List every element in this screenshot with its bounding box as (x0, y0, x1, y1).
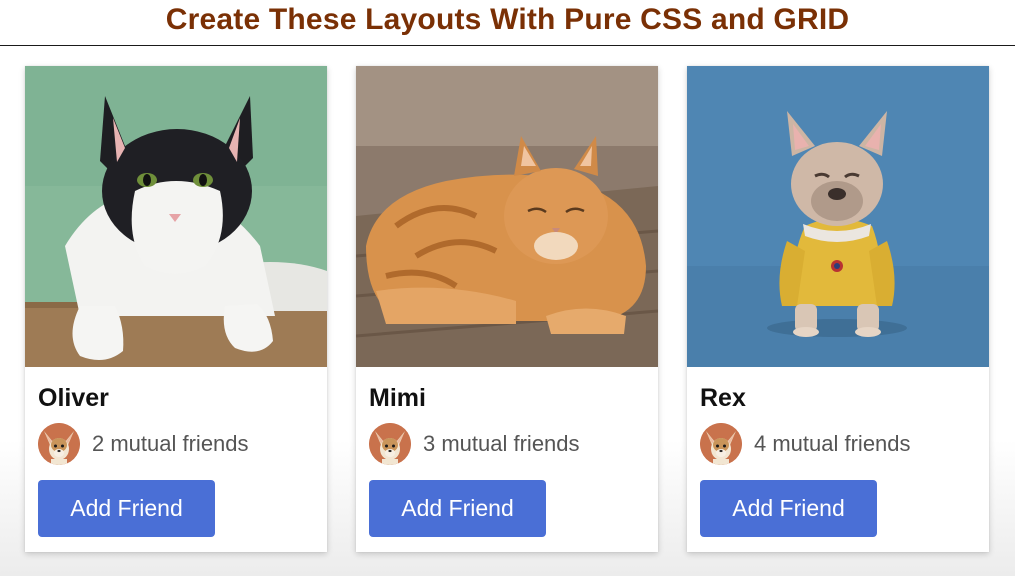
chihuahua-avatar-icon (38, 423, 80, 465)
mutual-friends-count: 3 mutual friends (423, 431, 580, 456)
french-bulldog-image (687, 66, 989, 367)
friend-name: Rex (700, 384, 746, 412)
chihuahua-avatar-icon (369, 423, 411, 465)
cat-photo (25, 66, 327, 367)
cat-photo (356, 66, 658, 367)
add-friend-button[interactable]: Add Friend (369, 480, 546, 537)
orange-tabby-cat-image (356, 66, 658, 367)
friend-name: Mimi (369, 384, 426, 412)
mutual-friends-row: 4 mutual friends (700, 422, 911, 466)
chihuahua-avatar-icon (700, 423, 742, 465)
friend-card-oliver: Oliver 2 mutual friends Add Friend (25, 66, 327, 552)
friend-card-rex: Rex 4 mutual friends Add Friend (687, 66, 989, 552)
page: Create These Layouts With Pure CSS and G… (0, 0, 1015, 576)
page-title: Create These Layouts With Pure CSS and G… (165, 3, 850, 36)
mutual-friends-row: 3 mutual friends (369, 422, 580, 466)
mutual-friends-count: 4 mutual friends (754, 431, 911, 456)
mutual-friends-count: 2 mutual friends (92, 431, 249, 456)
friend-card-mimi: Mimi 3 mutual friends Add Friend (356, 66, 658, 552)
dog-photo (687, 66, 989, 367)
title-banner: Create These Layouts With Pure CSS and G… (0, 0, 1015, 46)
add-friend-button[interactable]: Add Friend (38, 480, 215, 537)
friend-name: Oliver (38, 384, 109, 412)
black-white-cat-image (25, 66, 327, 367)
mutual-friends-row: 2 mutual friends (38, 422, 249, 466)
add-friend-button[interactable]: Add Friend (700, 480, 877, 537)
